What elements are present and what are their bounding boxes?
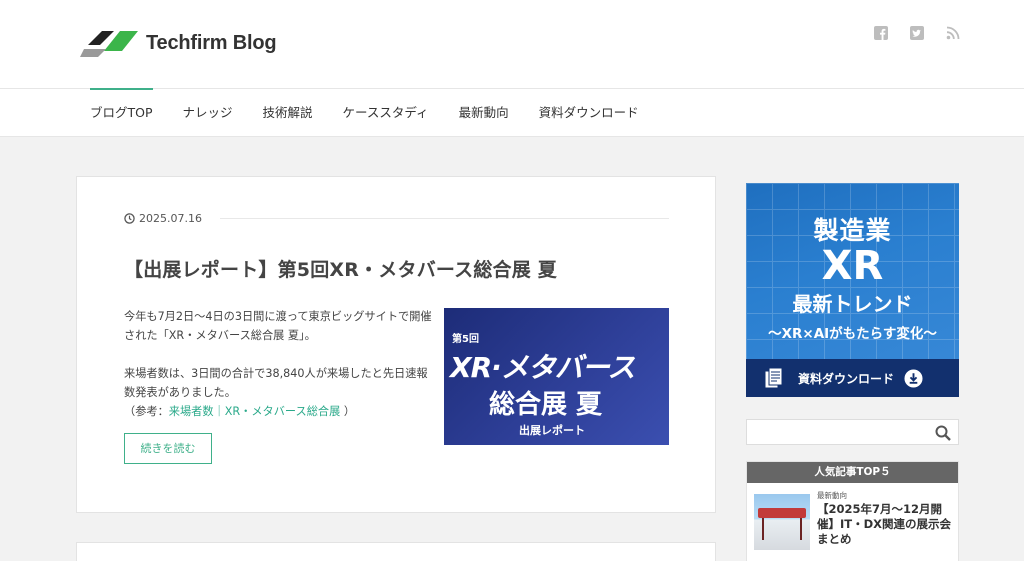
nav-item-knowledge[interactable]: ナレッジ: [183, 89, 233, 136]
clock-icon: [124, 213, 135, 224]
reference-link[interactable]: 来場者数｜XR・メタバース総合展: [169, 405, 341, 418]
tent-roof: [758, 508, 806, 518]
popular-post-category[interactable]: 最新動向: [817, 490, 847, 501]
banner-line-4: 〜XR×AIがもたらす変化〜: [768, 326, 937, 342]
banner-line-1: 製造業: [813, 216, 892, 245]
xr-trend-banner[interactable]: 製造業 XR 最新トレンド 〜XR×AIがもたらす変化〜 資料ダウンロード: [746, 183, 959, 397]
post-thumbnail[interactable]: 第5回 XR·メタバース 総合展 夏 出展レポート: [444, 308, 669, 445]
thumbnail-line-4: 出展レポート: [519, 424, 585, 437]
post-card: 2025.07.16 【出展レポート】第5回XR・メタバース総合展 夏 今年も7…: [76, 176, 716, 513]
post-excerpt: 今年も7月2日〜4日の3日間に渡って東京ビッグサイトで開催された「XR・メタバー…: [124, 307, 434, 421]
nav-item-trends[interactable]: 最新動向: [459, 89, 509, 136]
excerpt-paragraph-2: 来場者数は、3日間の合計で38,840人が来場したと先日速報数発表がありました。: [124, 367, 428, 399]
banner-line-3: 最新トレンド: [792, 292, 913, 316]
search-box: [746, 419, 959, 445]
social-links: [874, 26, 960, 40]
reference-prefix: （参考：: [124, 405, 169, 418]
documents-icon: [764, 367, 783, 389]
facebook-icon[interactable]: [874, 26, 888, 40]
site-header: Techfirm Blog: [0, 0, 1024, 88]
nav-item-case-study[interactable]: ケーススタディ: [343, 89, 429, 136]
rss-icon[interactable]: [946, 26, 960, 40]
divider: [219, 218, 669, 219]
nav-item-blog-top[interactable]: ブログTOP: [90, 88, 153, 136]
popular-post-thumbnail[interactable]: [754, 494, 810, 550]
post-title[interactable]: 【出展レポート】第5回XR・メタバース総合展 夏: [124, 255, 557, 282]
tent-pole: [762, 518, 764, 540]
post-date: 2025.07.16: [139, 212, 202, 225]
download-icon: [904, 368, 923, 388]
popular-posts-heading: 人気記事TOP５: [747, 462, 958, 483]
reference-suffix: ）: [340, 405, 356, 418]
nav-item-downloads[interactable]: 資料ダウンロード: [539, 89, 639, 136]
banner-line-2: XR: [821, 243, 884, 289]
popular-posts-widget: 人気記事TOP５ 最新動向 【2025年7月〜12月開催】IT・DX関連の展示会…: [746, 461, 959, 561]
site-logo[interactable]: Techfirm Blog: [80, 27, 277, 59]
tent-pole: [800, 518, 802, 540]
twitter-icon[interactable]: [910, 26, 924, 40]
banner-download-bar[interactable]: 資料ダウンロード: [746, 359, 959, 397]
read-more-button[interactable]: 続きを読む: [124, 433, 212, 464]
search-input[interactable]: [747, 420, 927, 444]
thumbnail-line-3: 総合展 夏: [489, 390, 603, 420]
next-post-card: [76, 542, 716, 561]
popular-post-title[interactable]: 【2025年7月〜12月開催】IT・DX関連の展示会まとめ: [817, 502, 952, 547]
nav-item-tech[interactable]: 技術解説: [263, 89, 313, 136]
thumbnail-line-1: 第5回: [452, 334, 479, 345]
post-date-row: 2025.07.16: [124, 212, 669, 225]
search-icon[interactable]: [935, 425, 951, 441]
logo-mark-icon: [80, 31, 138, 57]
main-nav: ブログTOP ナレッジ 技術解説 ケーススタディ 最新動向 資料ダウンロード: [0, 88, 1024, 137]
site-title: Techfirm Blog: [146, 31, 277, 54]
excerpt-paragraph-1: 今年も7月2日〜4日の3日間に渡って東京ビッグサイトで開催された「XR・メタバー…: [124, 310, 432, 342]
banner-download-label: 資料ダウンロード: [798, 371, 895, 386]
thumbnail-line-2: XR·メタバース: [450, 351, 635, 384]
excerpt-reference: （参考：来場者数｜XR・メタバース総合展 ）: [124, 402, 434, 421]
